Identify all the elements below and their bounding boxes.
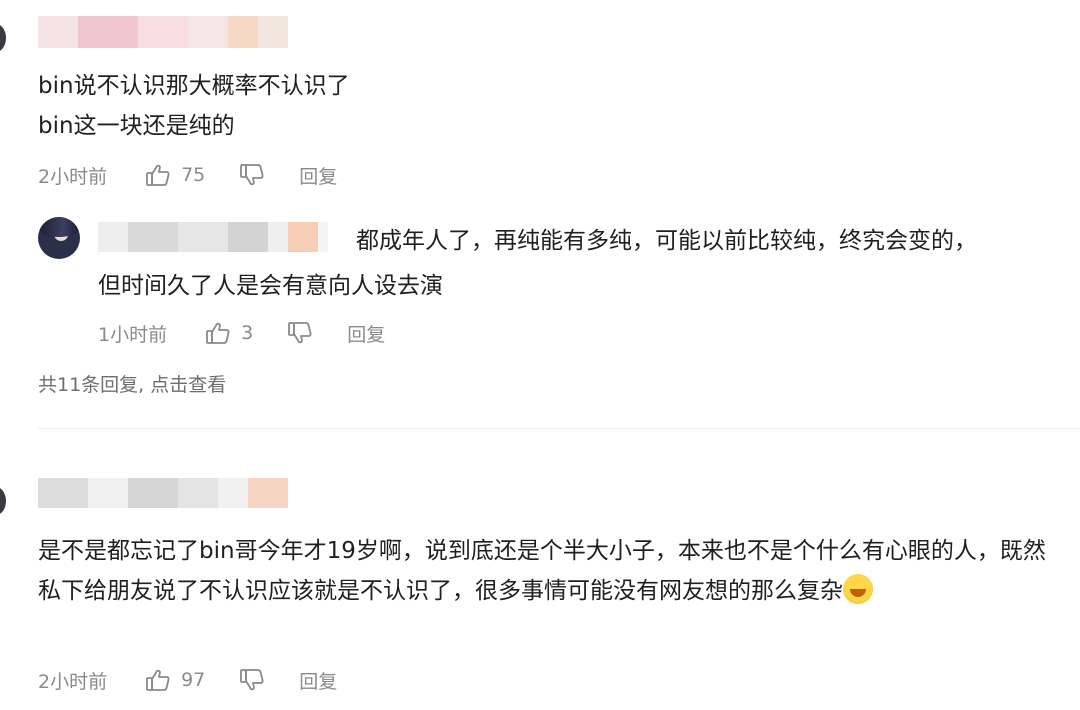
- comment-text: bin说不认识那大概率不认识了 bin这一块还是纯的: [38, 66, 350, 146]
- reply-button[interactable]: 回复: [299, 162, 337, 189]
- reply-button[interactable]: 回复: [299, 667, 337, 694]
- blurred-username: [38, 478, 288, 508]
- thumb-down-icon: [240, 669, 264, 691]
- like-count: 97: [181, 669, 206, 691]
- thumb-down-icon: [288, 322, 312, 344]
- comment-text: 是不是都忘记了bin哥今年才19岁啊，说到底还是个半大小子，本来也不是个什么有心…: [38, 531, 1068, 611]
- comment-body: 是不是都忘记了bin哥今年才19岁啊，说到底还是个半大小子，本来也不是个什么有心…: [38, 538, 1046, 604]
- dislike-button[interactable]: [239, 163, 265, 187]
- timestamp: 1小时前: [98, 323, 168, 346]
- like-count: 3: [241, 322, 254, 344]
- blurred-username: [38, 16, 288, 48]
- comment-meta: 2小时前 75 回复: [38, 160, 337, 190]
- comment-meta: 2小时前 97 回复: [38, 665, 337, 695]
- comment-line: bin这一块还是纯的: [38, 113, 235, 139]
- comment-thread: bin说不认识那大概率不认识了 bin这一块还是纯的 2小时前 75 回复 都成…: [0, 0, 1080, 710]
- reply-line: 但时间久了人是会有意向人设去演: [98, 273, 443, 299]
- commenter-avatar[interactable]: [0, 487, 6, 515]
- thumb-up-icon: [146, 669, 170, 691]
- dislike-button[interactable]: [287, 321, 313, 345]
- blurred-username: [98, 222, 328, 252]
- thumb-down-icon: [240, 164, 264, 186]
- like-button[interactable]: 97: [145, 668, 205, 692]
- dislike-button[interactable]: [239, 668, 265, 692]
- reply-button[interactable]: 回复: [347, 320, 385, 347]
- reply-line: 都成年人了，再纯能有多纯，可能以前比较纯，终究会变的，: [356, 228, 977, 254]
- like-count: 75: [181, 164, 206, 186]
- reply-meta: 1小时前 3 回复: [98, 318, 385, 348]
- commenter-avatar[interactable]: [0, 24, 6, 52]
- comment-divider: [38, 428, 1080, 429]
- thumb-up-icon: [146, 164, 170, 186]
- like-button[interactable]: 3: [205, 321, 253, 345]
- laughing-crying-emoji-icon: [843, 574, 873, 604]
- view-all-replies-link[interactable]: 共11条回复, 点击查看: [38, 370, 226, 397]
- reply-avatar[interactable]: [38, 217, 80, 259]
- timestamp: 2小时前: [38, 670, 108, 693]
- comment-line: bin说不认识那大概率不认识了: [38, 73, 350, 99]
- thumb-up-icon: [206, 322, 230, 344]
- like-button[interactable]: 75: [145, 163, 205, 187]
- timestamp: 2小时前: [38, 165, 108, 188]
